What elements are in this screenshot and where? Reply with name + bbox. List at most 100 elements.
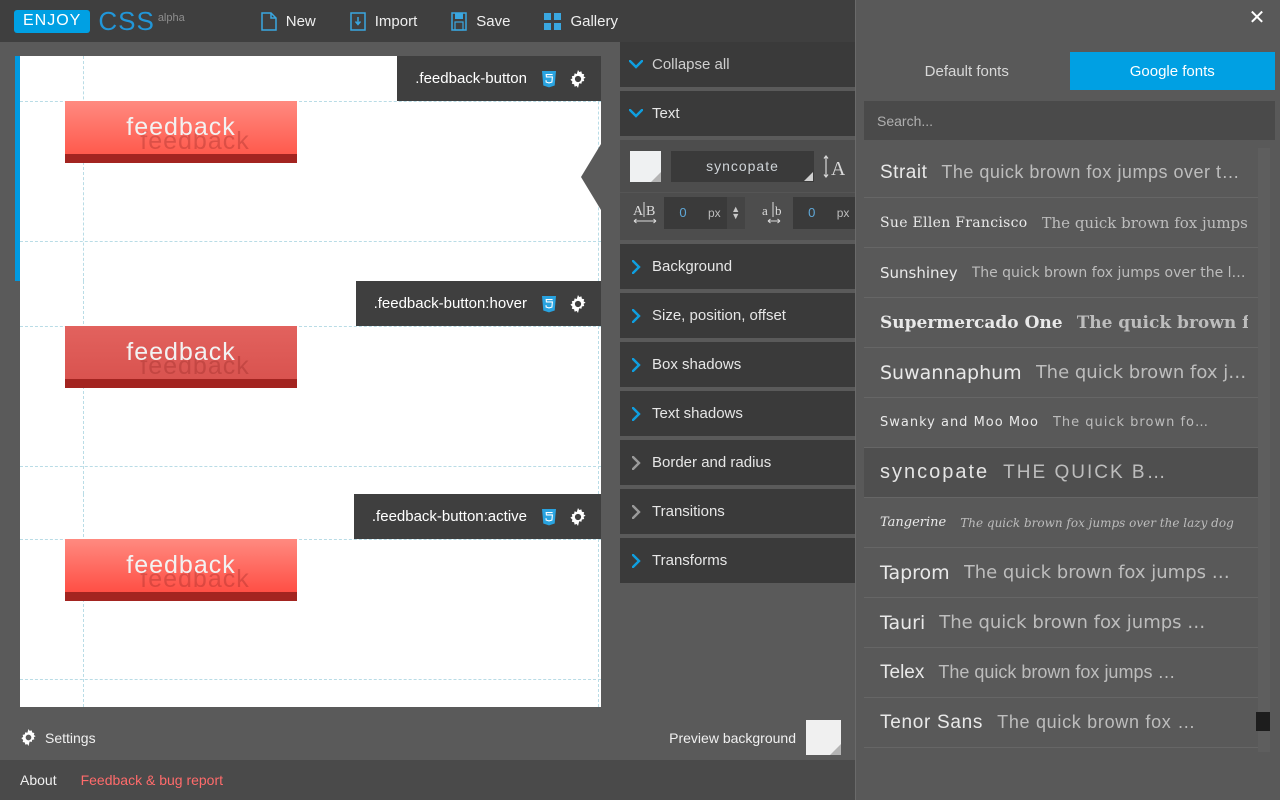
font-source-tabs: Default fonts Google fonts (864, 52, 1275, 90)
section-header-border-and-radius-label: Border and radius (652, 454, 772, 471)
font-name: syncopate (880, 461, 990, 483)
collapse-all-button[interactable]: Collapse all (620, 42, 855, 87)
section-header-text-shadows-label: Text shadows (652, 405, 743, 422)
font-list-item[interactable]: Sue Ellen Francisco The quick brown fox … (864, 198, 1264, 248)
font-list-item[interactable]: Strait The quick brown fox jumps over t… (864, 148, 1264, 198)
section-header-transitions[interactable]: Transitions (620, 489, 855, 534)
gear-icon (20, 729, 37, 746)
tab-default-fonts[interactable]: Default fonts (864, 52, 1070, 90)
gear-icon[interactable] (569, 69, 587, 88)
preview-panel-active[interactable]: feedback .feedback-button:active (20, 494, 601, 707)
text-color-swatch[interactable] (630, 150, 661, 182)
font-list[interactable]: Strait The quick brown fox jumps over t…… (864, 148, 1264, 752)
font-list-item[interactable]: Tangerine The quick brown fox jumps over… (864, 498, 1264, 548)
feedback-button-label: feedback (126, 113, 236, 141)
font-sample: The quick brown fox jumps … (938, 662, 1176, 682)
font-family-select[interactable]: syncopate (671, 150, 814, 182)
feedback-button-preview[interactable]: feedback (65, 101, 297, 163)
svg-text:a: a (762, 203, 768, 218)
font-name: Telex (880, 661, 925, 683)
preview-column: feedback .feedback-button feedback .feed… (0, 42, 620, 757)
font-list-item-selected[interactable]: syncopate The quick b… (864, 448, 1264, 498)
font-list-item[interactable]: Supermercado One The quick brown f… (864, 298, 1264, 348)
letter-spacing-stepper[interactable]: ▲ ▼ (726, 196, 745, 229)
tab-google-fonts-label: Google fonts (1129, 62, 1215, 80)
font-sample: The quick brown fo… (1052, 415, 1209, 430)
tab-google-fonts[interactable]: Google fonts (1069, 52, 1275, 90)
feedback-bug-report-link[interactable]: Feedback & bug report (81, 772, 223, 788)
word-spacing-input[interactable] (792, 196, 831, 229)
menu-item-save-label: Save (476, 12, 511, 30)
guide-line-horizontal (20, 466, 601, 467)
font-list-item[interactable]: Taprom The quick brown fox jumps … (864, 548, 1264, 598)
section-header-size-position-offset[interactable]: Size, position, offset (620, 293, 855, 338)
preview-background-swatch[interactable] (806, 720, 841, 755)
collapse-all-label: Collapse all (652, 56, 730, 73)
logo-alpha-tag: alpha (157, 11, 185, 24)
menu-item-import[interactable]: Import (350, 11, 417, 31)
settings-label: Settings (45, 729, 96, 746)
font-list-item[interactable]: Tauri The quick brown fox jumps … (864, 598, 1264, 648)
menu-item-new-label: New (285, 12, 316, 30)
selector-label-hover: .feedback-button:hover (355, 281, 601, 326)
svg-text:b: b (775, 203, 782, 218)
svg-text:B: B (646, 204, 655, 219)
about-link[interactable]: About (20, 772, 57, 788)
font-list-scrollbar-track[interactable] (1258, 148, 1270, 752)
menu-item-gallery[interactable]: Gallery (544, 12, 618, 30)
font-list-item[interactable]: Sunshiney The quick brown fox jumps over… (864, 248, 1264, 298)
font-list-scrollbar-thumb[interactable] (1256, 712, 1270, 731)
font-list-item[interactable]: Tenor Sans The quick brown fox … (864, 698, 1264, 748)
preview-panel-normal[interactable]: feedback .feedback-button (15, 56, 601, 281)
section-header-background-label: Background (652, 258, 733, 275)
font-sample: The quick brown fox … (997, 712, 1196, 732)
chevron-right-icon (620, 259, 652, 274)
section-header-transforms[interactable]: Transforms (620, 538, 855, 583)
font-name: Swanky and Moo Moo (880, 415, 1039, 430)
font-search-input[interactable] (864, 101, 1275, 140)
css3-icon[interactable] (541, 295, 557, 313)
chevron-down-icon (620, 109, 652, 118)
font-list-item[interactable]: Suwannaphum The quick brown fox j… (864, 348, 1264, 398)
css3-icon[interactable] (541, 508, 557, 526)
gear-icon[interactable] (569, 294, 587, 313)
section-header-background[interactable]: Background (620, 244, 855, 289)
font-list-item[interactable]: Swanky and Moo Moo The quick brown fo… (864, 398, 1264, 448)
preview-panel-hover[interactable]: feedback .feedback-button:hover (20, 281, 601, 494)
feedback-button-preview[interactable]: feedback (65, 326, 297, 388)
section-header-text-shadows[interactable]: Text shadows (620, 391, 855, 436)
selector-label-active: .feedback-button:active (353, 494, 601, 539)
css3-icon[interactable] (541, 70, 557, 88)
chevron-left-icon[interactable] (581, 144, 601, 210)
spacing-row: A B px ▲ ▼ (620, 192, 874, 240)
close-icon[interactable]: ✕ (1246, 7, 1268, 29)
menu-item-save[interactable]: Save (451, 11, 511, 31)
import-icon (350, 11, 366, 31)
font-family-row: syncopate A (620, 140, 855, 192)
settings-button[interactable]: Settings (20, 729, 96, 746)
letter-spacing-input[interactable] (664, 196, 702, 229)
chevron-right-icon (620, 406, 652, 421)
letter-spacing-input-wrap: px ▲ ▼ (664, 196, 745, 229)
gear-icon[interactable] (569, 507, 587, 526)
font-size-icon[interactable]: A (823, 154, 845, 179)
font-sample: The quick brown fox jumps over the lazy … (960, 515, 1234, 530)
app-logo: ENJOY CSS alpha (14, 7, 185, 34)
feedback-button-label: feedback (126, 338, 236, 366)
font-sample: The quick brown fox jumps over the l… (971, 264, 1246, 281)
svg-text:A: A (831, 158, 845, 179)
section-header-border-and-radius[interactable]: Border and radius (620, 440, 855, 485)
font-list-item[interactable]: Telex The quick brown fox jumps … (864, 648, 1264, 698)
section-header-box-shadows[interactable]: Box shadows (620, 342, 855, 387)
menu-item-new[interactable]: New (260, 11, 316, 31)
chevron-right-icon (620, 357, 652, 372)
guide-line-horizontal (20, 241, 601, 242)
selector-text: .feedback-button (415, 70, 527, 87)
section-header-text[interactable]: Text (620, 91, 855, 136)
guide-line-vertical (83, 56, 84, 281)
preview-bottom-bar: Settings Preview background (0, 715, 855, 760)
section-header-transforms-label: Transforms (652, 552, 728, 569)
tab-default-fonts-label: Default fonts (924, 62, 1009, 80)
font-sample: The quick b… (1003, 461, 1168, 483)
feedback-button-preview[interactable]: feedback (65, 539, 297, 601)
